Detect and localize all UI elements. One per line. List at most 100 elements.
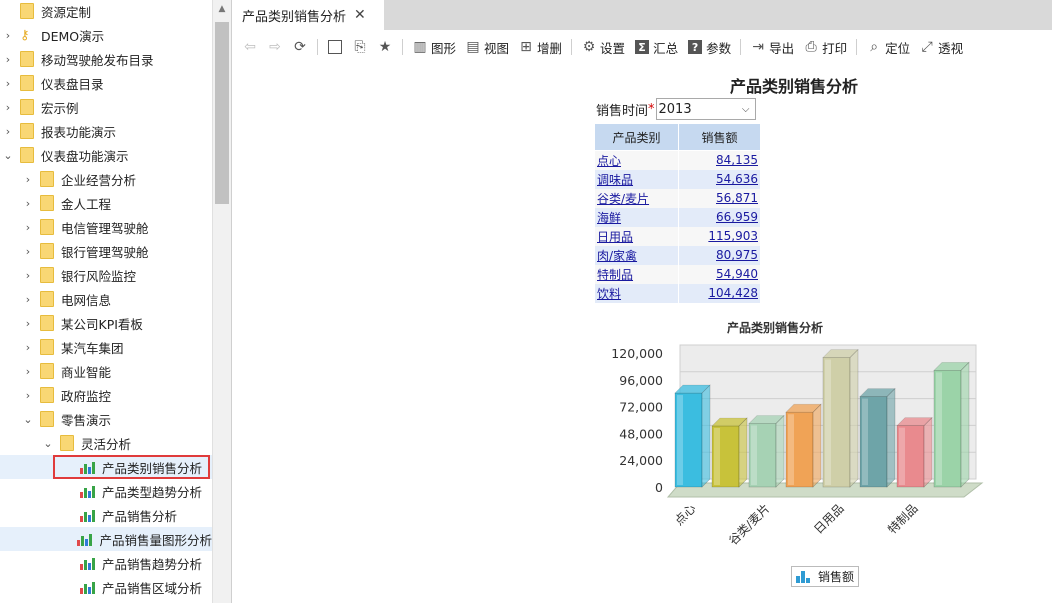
sales-cell: 56,871 bbox=[678, 188, 761, 208]
sales-link[interactable]: 84,135 bbox=[716, 153, 758, 167]
sales-link[interactable]: 115,903 bbox=[708, 229, 758, 243]
chevron-right-icon[interactable]: › bbox=[2, 125, 14, 138]
sales-link[interactable]: 66,959 bbox=[716, 210, 758, 224]
bar[interactable] bbox=[933, 361, 970, 488]
sales-link[interactable]: 80,975 bbox=[716, 248, 758, 262]
tree-item[interactable]: › 宏示例 bbox=[0, 95, 212, 119]
add-delete-icon: ⊞ bbox=[520, 39, 532, 55]
category-link[interactable]: 肉/家禽 bbox=[597, 249, 637, 263]
tree-item[interactable]: › ⚷ DEMO演示 bbox=[0, 23, 212, 47]
tree-item[interactable]: ⌄ 零售演示 bbox=[0, 407, 212, 431]
sales-time-select[interactable]: 2013 ⌵ bbox=[655, 98, 756, 120]
favorite-button[interactable]: ★ bbox=[377, 35, 393, 59]
pivot-button[interactable]: ⤢ 透视 bbox=[919, 35, 964, 59]
bar[interactable] bbox=[748, 414, 785, 488]
sales-link[interactable]: 54,636 bbox=[716, 172, 758, 186]
report-toolbar: ⇦ ⇨ ⟳ ⎘ ★ ▥ 图形 ▤ 视图 ⊞ 增删 ⚙ 设置 Σ 汇总 ? 参数 ⇥ 导出 ⎙ 打… bbox=[232, 30, 1052, 64]
export-button[interactable]: ⇥ 导出 bbox=[750, 35, 794, 59]
category-link[interactable]: 点心 bbox=[597, 154, 621, 168]
back-button[interactable]: ⇦ bbox=[242, 35, 258, 59]
tree-item[interactable]: › 仪表盘目录 bbox=[0, 71, 212, 95]
chevron-right-icon[interactable]: › bbox=[22, 293, 34, 306]
tree-item[interactable]: ›产品销售分析 bbox=[0, 503, 212, 527]
panel-divider[interactable] bbox=[231, 0, 232, 603]
chevron-right-icon[interactable]: › bbox=[2, 77, 14, 90]
tree-item[interactable]: › 电信管理驾驶舱 bbox=[0, 215, 212, 239]
chevron-down-icon[interactable]: ⌄ bbox=[2, 149, 14, 162]
sales-link[interactable]: 54,940 bbox=[716, 267, 758, 281]
chevron-right-icon[interactable]: › bbox=[22, 269, 34, 282]
bar[interactable] bbox=[896, 416, 933, 488]
tree-item[interactable]: ›资源定制 bbox=[0, 0, 212, 23]
tree-item[interactable]: ›产品销售区域分析 bbox=[0, 575, 212, 599]
tree-item[interactable]: ⌄ 灵活分析 bbox=[0, 431, 212, 455]
bar[interactable] bbox=[674, 384, 711, 488]
tree-item[interactable]: › 移动驾驶舱发布目录 bbox=[0, 47, 212, 71]
tree-item[interactable]: ⌄ 仪表盘功能演示 bbox=[0, 143, 212, 167]
folder-icon bbox=[40, 315, 54, 331]
chevron-right-icon[interactable]: › bbox=[22, 173, 34, 186]
arrow-left-icon: ⇦ bbox=[244, 39, 256, 55]
chevron-right-icon[interactable]: › bbox=[22, 341, 34, 354]
bar[interactable] bbox=[859, 387, 896, 488]
chevron-right-icon[interactable]: › bbox=[22, 197, 34, 210]
add-delete-button[interactable]: ⊞ 增删 bbox=[518, 35, 562, 59]
save-as-button[interactable]: ⎘ bbox=[352, 35, 368, 59]
chevron-right-icon[interactable]: › bbox=[22, 365, 34, 378]
toolbar-divider bbox=[317, 39, 318, 55]
close-icon[interactable]: ✕ bbox=[354, 7, 366, 23]
tree-item[interactable]: ›产品销售趋势分析 bbox=[0, 551, 212, 575]
category-link[interactable]: 海鲜 bbox=[597, 211, 621, 225]
category-link[interactable]: 调味品 bbox=[597, 173, 633, 187]
chevron-right-icon[interactable]: › bbox=[22, 389, 34, 402]
chevron-right-icon[interactable]: › bbox=[2, 29, 14, 42]
tree-scrollbar[interactable]: ▲ bbox=[212, 0, 231, 603]
category-link[interactable]: 饮料 bbox=[597, 287, 621, 301]
tree-item[interactable]: › 报表功能演示 bbox=[0, 119, 212, 143]
summary-button[interactable]: Σ 汇总 bbox=[634, 35, 678, 59]
bar[interactable] bbox=[822, 348, 859, 488]
print-button[interactable]: ⎙ 打印 bbox=[803, 35, 848, 59]
tree-item[interactable]: › 企业经营分析 bbox=[0, 167, 212, 191]
tree-item[interactable]: ›产品类型趋势分析 bbox=[0, 479, 212, 503]
pivot-label: 透视 bbox=[938, 40, 964, 56]
folder-icon bbox=[40, 267, 54, 283]
chevron-right-icon[interactable]: › bbox=[2, 53, 14, 66]
chevron-right-icon[interactable]: › bbox=[22, 317, 34, 330]
tree-item[interactable]: › 电网信息 bbox=[0, 287, 212, 311]
save-button[interactable] bbox=[327, 35, 343, 59]
tree-item[interactable]: › 政府监控 bbox=[0, 383, 212, 407]
scroll-up-icon[interactable]: ▲ bbox=[213, 0, 231, 18]
forward-button[interactable]: ⇨ bbox=[267, 35, 283, 59]
bar[interactable] bbox=[711, 417, 748, 488]
save-icon bbox=[327, 39, 343, 55]
folder-icon bbox=[40, 195, 54, 211]
tree-item[interactable]: › 金人工程 bbox=[0, 191, 212, 215]
scroll-thumb[interactable] bbox=[215, 22, 229, 204]
sales-link[interactable]: 104,428 bbox=[708, 286, 758, 300]
tree-item[interactable]: › 某公司KPI看板 bbox=[0, 311, 212, 335]
category-link[interactable]: 谷类/麦片 bbox=[597, 192, 649, 206]
refresh-button[interactable]: ⟳ bbox=[292, 35, 308, 59]
category-link[interactable]: 特制品 bbox=[597, 268, 633, 282]
tree-item[interactable]: ›产品销售量图形分析 bbox=[0, 527, 212, 551]
tree-item[interactable]: › 某汽车集团 bbox=[0, 335, 212, 359]
chevron-down-icon[interactable]: ⌄ bbox=[22, 413, 34, 426]
category-link[interactable]: 日用品 bbox=[597, 230, 633, 244]
chevron-right-icon[interactable]: › bbox=[22, 245, 34, 258]
chevron-right-icon[interactable]: › bbox=[2, 101, 14, 114]
tree-item[interactable]: › 商业智能 bbox=[0, 359, 212, 383]
chart-button[interactable]: ▥ 图形 bbox=[412, 35, 456, 59]
params-button[interactable]: ? 参数 bbox=[687, 35, 731, 59]
tree-item[interactable]: › 银行管理驾驶舱 bbox=[0, 239, 212, 263]
bar[interactable] bbox=[785, 403, 822, 488]
chevron-right-icon[interactable]: › bbox=[22, 221, 34, 234]
sales-link[interactable]: 56,871 bbox=[716, 191, 758, 205]
settings-button[interactable]: ⚙ 设置 bbox=[581, 35, 625, 59]
view-button[interactable]: ▤ 视图 bbox=[465, 35, 509, 59]
tab-product-category-sales[interactable]: 产品类别销售分析 ✕ bbox=[232, 0, 384, 30]
locate-button[interactable]: ⌕ 定位 bbox=[866, 35, 910, 59]
chart-legend[interactable]: 销售额 bbox=[791, 566, 859, 587]
chevron-down-icon[interactable]: ⌄ bbox=[42, 437, 54, 450]
tree-item[interactable]: › 银行风险监控 bbox=[0, 263, 212, 287]
